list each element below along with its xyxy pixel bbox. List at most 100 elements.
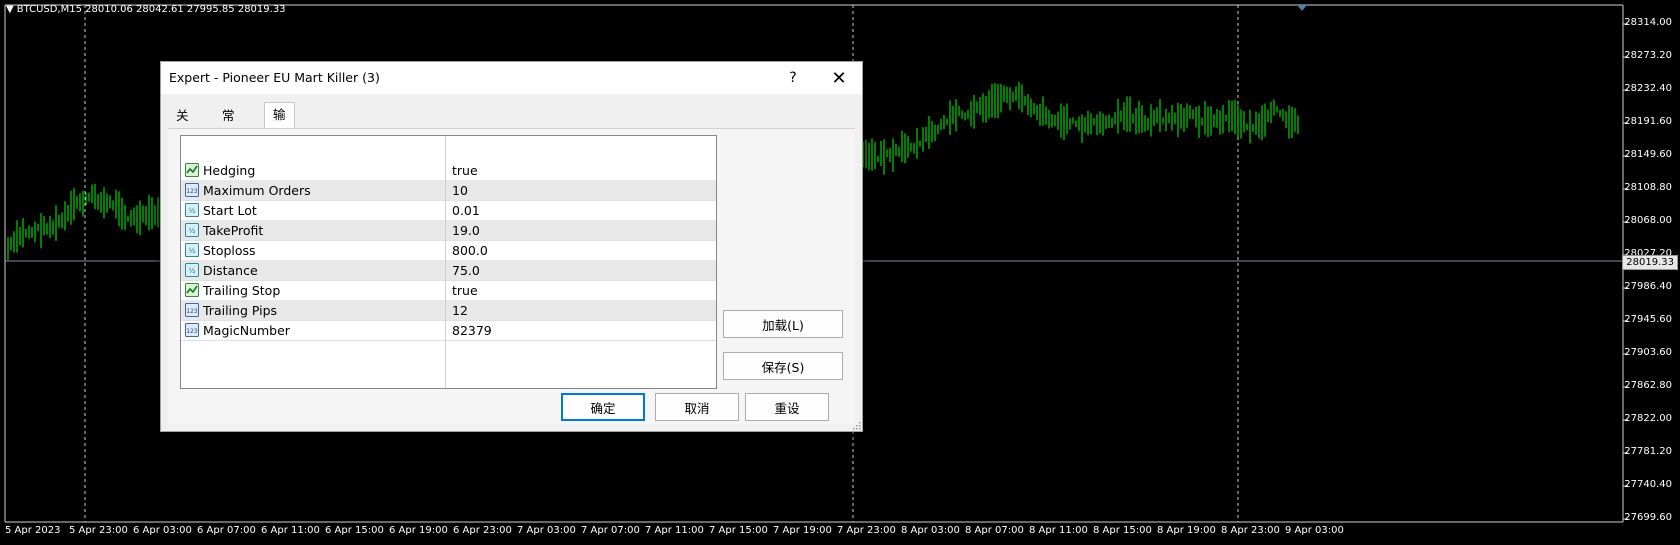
price-tick-label: 27822.00 bbox=[1624, 413, 1672, 424]
time-tick-label: 7 Apr 03:00 bbox=[517, 525, 576, 536]
time-tick-label: 7 Apr 23:00 bbox=[837, 525, 896, 536]
parameter-name: Distance bbox=[203, 263, 258, 278]
svg-text:123: 123 bbox=[186, 188, 198, 195]
time-tick-label: 8 Apr 07:00 bbox=[965, 525, 1024, 536]
chart-header: ▼ BTCUSD,M15 28010.06 28042.61 27995.85 2… bbox=[6, 4, 286, 15]
price-tick-label: 27986.40 bbox=[1624, 281, 1672, 292]
load-button[interactable]: 加载(L) bbox=[723, 310, 843, 338]
parameter-row[interactable]: 123 Maximum Orders 10 bbox=[181, 180, 716, 201]
parameter-row[interactable]: 123 Trailing Pips 12 bbox=[181, 300, 716, 321]
parameter-value[interactable]: 19.0 bbox=[452, 223, 480, 238]
shift-marker-icon[interactable] bbox=[1297, 5, 1307, 11]
price-tick-label: 28273.20 bbox=[1624, 50, 1672, 61]
parameter-name: Start Lot bbox=[203, 203, 257, 218]
svg-text:123: 123 bbox=[186, 308, 198, 315]
current-price-label: 28019.33 bbox=[1622, 255, 1678, 270]
save-button[interactable]: 保存(S) bbox=[723, 352, 843, 380]
parameter-value[interactable]: true bbox=[452, 163, 478, 178]
parameter-row[interactable]: Hedging true bbox=[181, 160, 716, 181]
double-icon: ½ bbox=[185, 243, 199, 257]
parameter-value[interactable]: 0.01 bbox=[452, 203, 480, 218]
bool-icon bbox=[185, 163, 199, 177]
time-tick-label: 6 Apr 03:00 bbox=[133, 525, 192, 536]
time-tick-label: 7 Apr 15:00 bbox=[709, 525, 768, 536]
close-button[interactable]: ✕ bbox=[817, 62, 861, 94]
parameter-row[interactable]: ½ Start Lot 0.01 bbox=[181, 200, 716, 221]
dropdown-triangle-icon[interactable]: ▼ bbox=[6, 4, 14, 15]
price-tick-label: 28314.00 bbox=[1624, 17, 1672, 28]
double-icon: ½ bbox=[185, 263, 199, 277]
time-tick-label: 7 Apr 11:00 bbox=[645, 525, 704, 536]
time-tick-label: 8 Apr 11:00 bbox=[1029, 525, 1088, 536]
time-tick-label: 7 Apr 19:00 bbox=[773, 525, 832, 536]
price-tick-label: 28191.60 bbox=[1624, 116, 1672, 127]
parameter-name: TakeProfit bbox=[203, 223, 264, 238]
parameter-name: Trailing Pips bbox=[203, 303, 278, 318]
svg-text:½: ½ bbox=[189, 207, 196, 215]
resize-grip-icon[interactable] bbox=[851, 420, 861, 430]
parameter-name: Stoploss bbox=[203, 243, 256, 258]
double-icon: ½ bbox=[185, 203, 199, 217]
price-tick-label: 27699.60 bbox=[1624, 512, 1672, 523]
tab-inputs[interactable]: 输入参数 bbox=[264, 102, 295, 194]
parameter-row[interactable]: 123 MagicNumber 82379 bbox=[181, 320, 716, 341]
time-tick-label: 6 Apr 19:00 bbox=[389, 525, 448, 536]
symbol-ohlc: BTCUSD,M15 28010.06 28042.61 27995.85 28… bbox=[16, 4, 286, 15]
parameter-value[interactable]: 75.0 bbox=[452, 263, 480, 278]
time-tick-label: 6 Apr 07:00 bbox=[197, 525, 256, 536]
time-tick-label: 8 Apr 19:00 bbox=[1157, 525, 1216, 536]
price-tick-label: 28149.60 bbox=[1624, 149, 1672, 160]
parameter-name: Trailing Stop bbox=[203, 283, 281, 298]
help-button[interactable]: ? bbox=[771, 62, 815, 94]
price-tick-label: 28108.80 bbox=[1624, 182, 1672, 193]
price-tick-label: 27945.60 bbox=[1624, 314, 1672, 325]
row-separator bbox=[181, 340, 716, 341]
parameter-name: Maximum Orders bbox=[203, 183, 311, 198]
integer-icon: 123 bbox=[185, 323, 199, 337]
time-tick-label: 8 Apr 15:00 bbox=[1093, 525, 1152, 536]
parameter-value[interactable]: 800.0 bbox=[452, 243, 488, 258]
integer-icon: 123 bbox=[185, 183, 199, 197]
double-icon: ½ bbox=[185, 223, 199, 237]
tab-about[interactable]: 关于 bbox=[168, 105, 197, 145]
price-tick-label: 28232.40 bbox=[1624, 83, 1672, 94]
svg-text:½: ½ bbox=[189, 227, 196, 235]
parameter-row[interactable]: ½ TakeProfit 19.0 bbox=[181, 220, 716, 241]
bool-icon bbox=[185, 283, 199, 297]
parameter-row[interactable]: Trailing Stop true bbox=[181, 280, 716, 301]
parameter-row[interactable]: ½ Distance 75.0 bbox=[181, 260, 716, 281]
ok-button[interactable]: 确定 bbox=[561, 393, 645, 421]
parameter-row[interactable]: ½ Stoploss 800.0 bbox=[181, 240, 716, 261]
dialog-title: Expert - Pioneer EU Mart Killer (3) bbox=[169, 70, 380, 85]
reset-button[interactable]: 重设 bbox=[745, 393, 829, 421]
column-separator bbox=[445, 136, 446, 388]
time-tick-label: 6 Apr 15:00 bbox=[325, 525, 384, 536]
dialog-titlebar[interactable]: Expert - Pioneer EU Mart Killer (3) ? ✕ bbox=[161, 62, 862, 94]
svg-text:½: ½ bbox=[189, 267, 196, 275]
integer-icon: 123 bbox=[185, 303, 199, 317]
parameter-value[interactable]: true bbox=[452, 283, 478, 298]
time-tick-label: 5 Apr 2023 bbox=[5, 525, 61, 536]
time-tick-label: 8 Apr 23:00 bbox=[1221, 525, 1280, 536]
price-tick-label: 27781.20 bbox=[1624, 446, 1672, 457]
expert-properties-dialog: Expert - Pioneer EU Mart Killer (3) ? ✕ … bbox=[160, 61, 863, 432]
time-tick-label: 7 Apr 07:00 bbox=[581, 525, 640, 536]
time-tick-label: 8 Apr 03:00 bbox=[901, 525, 960, 536]
tab-common[interactable]: 常用 bbox=[214, 105, 243, 145]
parameter-name: MagicNumber bbox=[203, 323, 290, 338]
cancel-button[interactable]: 取消 bbox=[655, 393, 739, 421]
time-tick-label: 6 Apr 11:00 bbox=[261, 525, 320, 536]
time-tick-label: 5 Apr 23:00 bbox=[69, 525, 128, 536]
input-parameters-grid[interactable]: 变量 赋值 Hedgingtrue123Maximum Orders10½Sta… bbox=[180, 135, 717, 389]
price-tick-label: 27740.40 bbox=[1624, 479, 1672, 490]
price-tick-label: 27862.80 bbox=[1624, 380, 1672, 391]
parameter-value[interactable]: 82379 bbox=[452, 323, 492, 338]
svg-text:½: ½ bbox=[189, 247, 196, 255]
parameter-name: Hedging bbox=[203, 163, 256, 178]
time-tick-label: 6 Apr 23:00 bbox=[453, 525, 512, 536]
price-tick-label: 27903.60 bbox=[1624, 347, 1672, 358]
price-tick-label: 28068.00 bbox=[1624, 215, 1672, 226]
parameter-value[interactable]: 12 bbox=[452, 303, 468, 318]
parameter-value[interactable]: 10 bbox=[452, 183, 468, 198]
time-tick-label: 9 Apr 03:00 bbox=[1285, 525, 1344, 536]
